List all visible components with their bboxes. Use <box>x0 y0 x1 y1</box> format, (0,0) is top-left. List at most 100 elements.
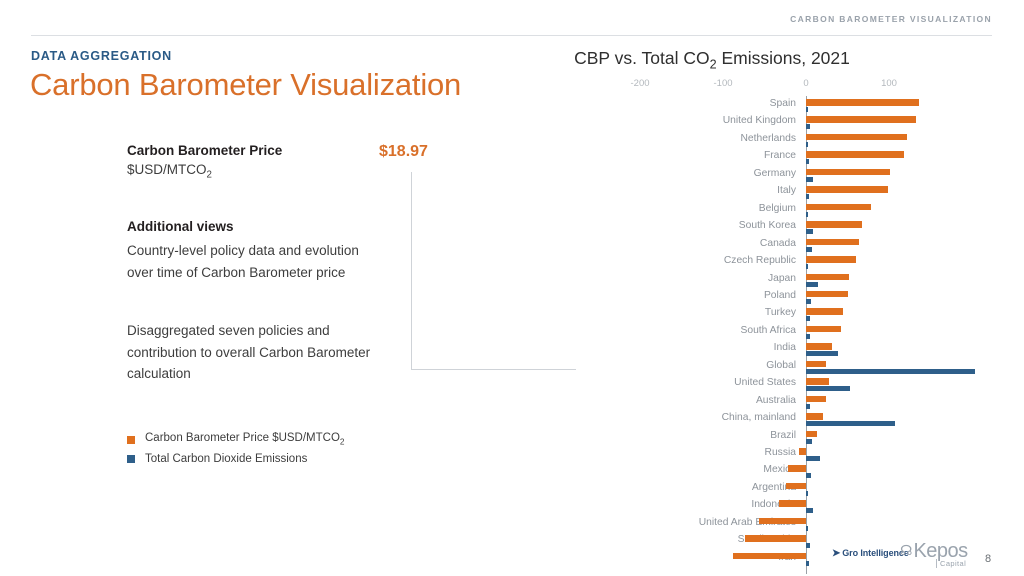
bar-co2 <box>806 473 811 479</box>
bar-co2 <box>806 333 811 339</box>
bar-cbp <box>806 99 919 106</box>
bar-co2 <box>806 421 895 427</box>
chart-row: Indonesia <box>412 498 1024 515</box>
category-label: Belgium <box>758 202 796 214</box>
bar-co2 <box>806 560 810 566</box>
category-label: Global <box>766 359 796 371</box>
category-label: United States <box>734 377 796 389</box>
chart-plot-area: Spain United Kingdom Netherlands France Germ… <box>412 96 1024 574</box>
bar-co2 <box>806 194 810 200</box>
bar-co2 <box>806 456 821 461</box>
bar-co2 <box>806 159 810 165</box>
category-label: France <box>763 150 796 162</box>
legend-item-carbon-barometer-price[interactable]: Carbon Barometer Price $USD/MTCO2 <box>127 430 345 449</box>
legend-label: Carbon Barometer Price $USD/MTCO2 <box>145 432 345 447</box>
category-label: Czech Republic <box>723 255 796 267</box>
chart-title-subscript: 2 <box>709 57 717 72</box>
chart-row: Poland <box>412 289 1024 306</box>
legend-swatch-icon <box>127 454 135 463</box>
chart-row: Spain <box>412 97 1024 114</box>
category-label: Netherlands <box>740 132 796 144</box>
bar-co2 <box>806 525 809 531</box>
header-divider <box>31 35 992 36</box>
category-label: Russia <box>764 447 796 458</box>
bar-co2 <box>806 438 812 444</box>
chart-x-axis-ticks: -200 -100 0 100 <box>412 78 1024 92</box>
slide: CARBON BAROMETER VISUALIZATION DATA AGGR… <box>0 0 1024 576</box>
category-label: Turkey <box>764 307 796 319</box>
bar-cbp <box>806 395 826 403</box>
category-label: South Korea <box>738 220 796 232</box>
additional-views-paragraph-1: Country-level policy data and evolution … <box>127 243 359 280</box>
x-tick-label: 0 <box>803 78 809 89</box>
bar-cbp <box>745 535 806 542</box>
bar-co2 <box>806 229 813 235</box>
bar-co2 <box>806 298 811 304</box>
chart-row: Russia <box>412 446 1024 463</box>
legend-label-subscript: 2 <box>339 437 345 447</box>
bar-co2 <box>806 368 976 374</box>
page-title: Carbon Barometer Visualization <box>30 67 462 102</box>
bar-cbp <box>806 413 824 420</box>
bar-cbp <box>806 168 890 176</box>
bar-cbp <box>806 256 856 263</box>
bar-cbp <box>787 465 806 472</box>
chart-row: China, mainland <box>412 411 1024 428</box>
legend-label: Total Carbon Dioxide Emissions <box>145 452 308 465</box>
chart-row: United Kingdom <box>412 114 1024 131</box>
bar-cbp <box>806 133 908 141</box>
chart-row: Global <box>412 359 1024 376</box>
additional-views-paragraph-2: Disaggregated seven policies and contrib… <box>127 323 371 381</box>
chart-title-post: Emissions, 2021 <box>716 48 850 68</box>
category-label: South Africa <box>740 324 796 336</box>
page-number: 8 <box>985 553 992 565</box>
bar-cbp <box>806 116 916 123</box>
bar-co2 <box>806 281 818 287</box>
chart-row: South Korea <box>412 219 1024 236</box>
category-label: Brazil <box>770 429 796 441</box>
bar-cbp <box>806 343 832 350</box>
bar-cbp <box>786 482 806 490</box>
bar-cbp <box>806 325 841 333</box>
x-tick-label: -100 <box>713 78 733 89</box>
bar-cbp <box>806 186 889 193</box>
chart-row: Czech Republic <box>412 254 1024 271</box>
bar-co2 <box>806 490 808 496</box>
bar-co2 <box>806 211 808 217</box>
bar-cbp <box>806 221 863 228</box>
category-label: Japan <box>767 272 796 284</box>
section-eyebrow: DATA AGGREGATION <box>31 49 172 63</box>
chart-row: Japan <box>412 272 1024 289</box>
gro-intelligence-logo: ➤ Gro Intelligence <box>832 548 909 559</box>
legend-item-total-co2-emissions[interactable]: Total Carbon Dioxide Emissions <box>127 449 345 468</box>
chart-row: Australia <box>412 394 1024 411</box>
chart-row: Mexico <box>412 463 1024 480</box>
bar-cbp <box>806 238 860 246</box>
gro-mark-icon: ➤ <box>832 548 841 559</box>
category-label: India <box>773 342 796 354</box>
bar-cbp <box>758 517 806 525</box>
x-tick-label: -200 <box>630 78 650 89</box>
bar-co2 <box>806 386 850 392</box>
chart: CBP vs. Total CO2 Emissions, 2021 -200 -1… <box>412 48 1024 576</box>
category-label: Poland <box>763 289 796 301</box>
bar-cbp <box>806 151 904 158</box>
chart-row: India <box>412 341 1024 358</box>
category-label: Spain <box>769 98 796 109</box>
chart-title: CBP vs. Total CO2 Emissions, 2021 <box>412 48 1012 72</box>
bar-co2 <box>806 176 814 182</box>
chart-row: France <box>412 149 1024 166</box>
chart-row: Turkey <box>412 306 1024 323</box>
category-label: Germany <box>753 167 796 179</box>
chart-row: South Africa <box>412 324 1024 341</box>
bar-co2 <box>806 124 811 130</box>
chart-row: Netherlands <box>412 132 1024 149</box>
bar-cbp <box>779 500 806 507</box>
chart-row: Argentina <box>412 481 1024 498</box>
kepos-seal-icon: ☊ <box>900 542 913 558</box>
chart-row: United Arab Emirates <box>412 516 1024 533</box>
metric-unit-text: $USD/MTCO <box>127 162 207 177</box>
chart-row: Canada <box>412 237 1024 254</box>
bar-cbp <box>806 273 850 280</box>
bar-cbp <box>806 430 817 438</box>
